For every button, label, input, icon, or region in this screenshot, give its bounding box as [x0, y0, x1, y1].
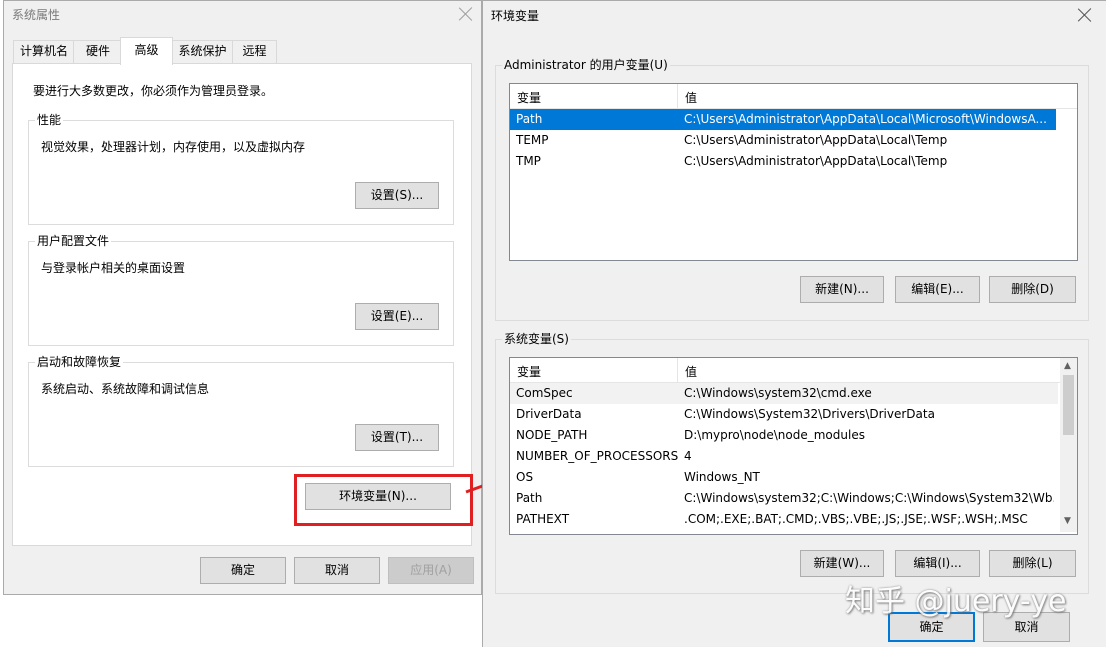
close-icon[interactable]: [1078, 8, 1092, 22]
performance-settings-button[interactable]: 设置(S)...: [355, 182, 439, 209]
user-profiles-settings-button[interactable]: 设置(E)...: [355, 303, 439, 330]
performance-desc: 视觉效果，处理器计划，内存使用，以及虚拟内存: [41, 140, 306, 154]
system-variables-label: 系统变量(S): [502, 332, 571, 346]
highlight-box: [294, 474, 473, 526]
tab-computer-name[interactable]: 计算机名: [13, 40, 75, 63]
startup-recovery-group: 启动和故障恢复 系统启动、系统故障和调试信息 设置(T)...: [28, 355, 454, 467]
table-row[interactable]: NUMBER_OF_PROCESSORS 4: [510, 446, 1058, 467]
tab-remote[interactable]: 远程: [232, 40, 277, 63]
table-row[interactable]: Path C:\Windows\system32;C:\Windows;C:\W…: [510, 488, 1058, 509]
tab-system-protection[interactable]: 系统保护: [171, 40, 234, 63]
table-row[interactable]: TMP C:\Users\Administrator\AppData\Local…: [510, 151, 1056, 172]
close-icon[interactable]: [459, 7, 473, 21]
system-new-button[interactable]: 新建(W)...: [800, 550, 884, 577]
system-delete-button[interactable]: 删除(L): [989, 550, 1076, 577]
user-list-header: 变量 值: [510, 84, 1077, 109]
system-list-scrollbar[interactable]: ▲ ▼: [1060, 358, 1077, 532]
scroll-down-icon[interactable]: ▼: [1064, 516, 1071, 526]
admin-notice: 要进行大多数更改，你必须作为管理员登录。: [33, 84, 274, 98]
user-variables-list[interactable]: 变量 值 Path C:\Users\Administrator\AppData…: [509, 83, 1078, 261]
system-variables-list[interactable]: 变量 值 ComSpec C:\Windows\system32\cmd.exe…: [509, 357, 1078, 535]
user-new-button[interactable]: 新建(N)...: [800, 276, 884, 303]
apply-button[interactable]: 应用(A): [388, 557, 474, 584]
user-edit-button[interactable]: 编辑(E)...: [895, 276, 980, 303]
table-row[interactable]: DriverData C:\Windows\System32\Drivers\D…: [510, 404, 1058, 425]
col-variable-header[interactable]: 变量: [517, 89, 541, 106]
envvars-title: 环境变量: [491, 9, 540, 23]
startup-recovery-label: 启动和故障恢复: [35, 355, 124, 369]
col-variable-header[interactable]: 变量: [517, 363, 541, 380]
user-variables-group: Administrator 的用户变量(U) 变量 值 Path C:\User…: [495, 58, 1089, 321]
environment-variables-window: 环境变量 Administrator 的用户变量(U) 变量 值 Path C:…: [482, 0, 1106, 647]
user-profiles-desc: 与登录帐户相关的桌面设置: [41, 261, 186, 275]
cancel-button[interactable]: 取消: [294, 557, 380, 584]
watermark: 知乎 @juery-ye: [845, 584, 1067, 619]
startup-recovery-settings-button[interactable]: 设置(T)...: [355, 424, 439, 451]
performance-group: 性能 视觉效果，处理器计划，内存使用，以及虚拟内存 设置(S)...: [28, 113, 454, 225]
col-value-header[interactable]: 值: [685, 363, 697, 380]
table-row[interactable]: OS Windows_NT: [510, 467, 1058, 488]
col-value-header[interactable]: 值: [685, 89, 697, 106]
system-variables-group: 系统变量(S) 变量 值 ComSpec C:\Windows\system32…: [495, 332, 1089, 594]
system-edit-button[interactable]: 编辑(I)...: [895, 550, 980, 577]
table-row[interactable]: Path C:\Users\Administrator\AppData\Loca…: [510, 109, 1056, 130]
ok-button[interactable]: 确定: [200, 557, 286, 584]
scrollbar-thumb[interactable]: [1063, 375, 1074, 435]
tab-hardware[interactable]: 硬件: [73, 40, 123, 63]
startup-recovery-desc: 系统启动、系统故障和调试信息: [41, 382, 210, 396]
user-profiles-group: 用户配置文件 与登录帐户相关的桌面设置 设置(E)...: [28, 234, 454, 346]
scroll-up-icon[interactable]: ▲: [1064, 361, 1071, 371]
user-delete-button[interactable]: 删除(D): [989, 276, 1076, 303]
table-row[interactable]: NODE_PATH D:\mypro\node\node_modules: [510, 425, 1058, 446]
table-row[interactable]: TEMP C:\Users\Administrator\AppData\Loca…: [510, 130, 1056, 151]
system-list-header: 变量 值: [510, 358, 1060, 383]
table-row[interactable]: ComSpec C:\Windows\system32\cmd.exe: [510, 383, 1058, 404]
tab-advanced[interactable]: 高级: [120, 37, 173, 65]
performance-label: 性能: [35, 113, 64, 127]
user-variables-label: Administrator 的用户变量(U): [502, 58, 670, 72]
table-row[interactable]: PATHEXT .COM;.EXE;.BAT;.CMD;.VBS;.VBE;.J…: [510, 509, 1058, 530]
sysprops-title: 系统属性: [12, 8, 61, 22]
user-profiles-label: 用户配置文件: [35, 234, 112, 248]
